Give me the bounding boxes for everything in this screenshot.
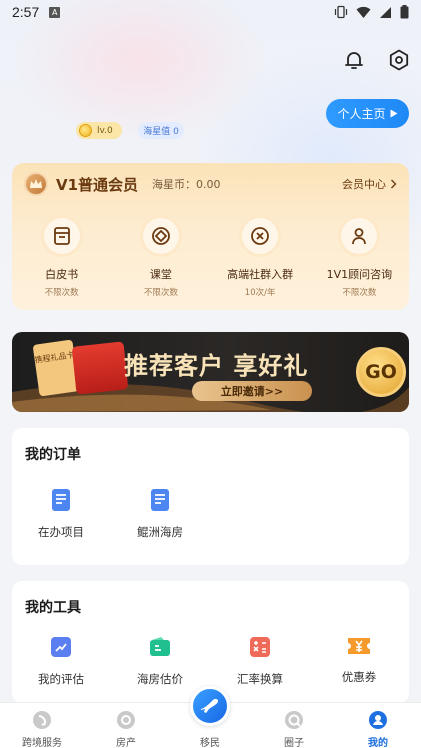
order-overseas-property[interactable]: 鲲洲海房 — [120, 488, 200, 540]
community-icon — [239, 215, 282, 257]
settings-icon[interactable] — [387, 48, 411, 72]
member-card-header: V1普通会员 海星币：0.00 会员中心 — [12, 163, 409, 205]
benefit-sub: 不限次数 — [143, 288, 178, 298]
referral-banner[interactable]: 携程礼品卡 推荐客户 享好礼 立即邀请>> GO — [12, 332, 409, 412]
benefit-label: 1V1顾问咨询 — [326, 268, 393, 281]
benefit-label: 高端社群入群 — [227, 268, 294, 281]
member-center-link[interactable]: 会员中心 — [342, 176, 397, 192]
benefit-sub: 10次/年 — [244, 288, 276, 298]
orders-section: 我的订单 在办项目 鲲洲海房 — [12, 428, 409, 565]
tool-label: 优惠券 — [341, 670, 377, 684]
profile-icon — [369, 711, 387, 729]
tab-label: 我的 — [368, 738, 388, 748]
cross-border-icon — [33, 711, 51, 729]
status-icons — [334, 5, 409, 19]
consultant-icon — [338, 215, 381, 257]
benefit-whitepaper[interactable]: 白皮书 不限次数 — [12, 215, 111, 298]
notification-badge: A — [49, 6, 61, 18]
wallet-icon — [150, 637, 170, 656]
tool-property-valuation[interactable]: 海房估价 — [120, 635, 200, 687]
member-center-label: 会员中心 — [342, 178, 386, 191]
benefit-label: 白皮书 — [45, 268, 79, 281]
immigration-center-button[interactable] — [190, 686, 230, 726]
tab-circle[interactable]: 圈子 — [252, 703, 336, 748]
go-button[interactable]: GO — [356, 347, 406, 397]
benefit-sub: 不限次数 — [342, 288, 377, 298]
level-badge[interactable]: lv.0 — [76, 122, 122, 139]
document-icon — [52, 489, 70, 511]
tab-label: 房产 — [116, 738, 136, 748]
personal-homepage-label: 个人主页 — [337, 107, 386, 121]
benefit-classroom[interactable]: 课堂 不限次数 — [111, 215, 210, 298]
tool-label: 汇率换算 — [237, 672, 283, 686]
notification-bell-icon[interactable] — [342, 48, 366, 72]
tools-section: 我的工具 我的评估 海房估价 汇率换算 优惠券 — [12, 581, 409, 703]
tool-assessment[interactable]: 我的评估 — [21, 635, 101, 687]
member-card: V1普通会员 海星币：0.00 会员中心 白皮书 不限次数 课堂 不限次数 高端… — [12, 163, 409, 310]
orders-title: 我的订单 — [25, 447, 81, 463]
coin-icon — [79, 124, 92, 137]
benefit-sub: 不限次数 — [44, 288, 79, 298]
order-label: 鲲洲海房 — [137, 525, 183, 539]
red-envelope-image — [71, 341, 129, 395]
book-icon — [40, 215, 83, 257]
status-bar: 2:57 A — [0, 0, 421, 24]
tool-label: 海房估价 — [137, 672, 183, 686]
chevron-right-icon — [391, 179, 397, 189]
assessment-icon — [51, 637, 71, 657]
coupon-icon — [348, 638, 370, 654]
member-coins: 海星币：0.00 — [152, 178, 221, 191]
status-time: 2:57 — [12, 4, 40, 20]
play-arrow-icon — [390, 109, 397, 118]
tools-title: 我的工具 — [25, 600, 81, 616]
signal-icon — [380, 6, 391, 18]
level-text: lv.0 — [97, 125, 113, 136]
order-label: 在办项目 — [38, 525, 84, 539]
classroom-icon — [139, 215, 182, 257]
calculator-icon — [250, 637, 270, 657]
vibrate-icon — [334, 5, 348, 19]
star-value-badge[interactable]: 海星值 0 — [138, 122, 184, 139]
tab-label: 移民 — [200, 738, 220, 748]
tool-exchange-rate[interactable]: 汇率换算 — [220, 635, 300, 687]
tab-cross-border[interactable]: 跨境服务 — [0, 703, 84, 748]
crown-icon — [24, 172, 48, 196]
benefit-consultant[interactable]: 1V1顾问咨询 不限次数 — [310, 215, 409, 298]
immigration-plane-icon — [201, 698, 218, 713]
tab-mine[interactable]: 我的 — [336, 703, 420, 748]
banner-title: 推荐客户 享好礼 — [124, 352, 309, 380]
member-benefits: 白皮书 不限次数 课堂 不限次数 高端社群入群 10次/年 1V1顾问咨询 不限… — [12, 215, 409, 298]
tab-label: 跨境服务 — [22, 738, 62, 748]
order-in-progress[interactable]: 在办项目 — [21, 488, 101, 540]
circle-community-icon — [285, 711, 303, 729]
wifi-icon — [356, 6, 371, 18]
battery-icon — [400, 5, 409, 19]
document-icon — [151, 489, 169, 511]
benefit-community[interactable]: 高端社群入群 10次/年 — [211, 215, 310, 298]
property-icon — [117, 711, 135, 729]
tab-label: 圈子 — [284, 738, 304, 748]
benefit-label: 课堂 — [149, 268, 172, 281]
invite-now-button[interactable]: 立即邀请>> — [192, 381, 312, 401]
tool-label: 我的评估 — [38, 672, 84, 686]
tab-property[interactable]: 房产 — [84, 703, 168, 748]
tool-coupon[interactable]: 优惠券 — [319, 635, 399, 685]
member-level-title: V1普通会员 — [56, 175, 139, 194]
star-value-text: 海星值 0 — [143, 127, 179, 137]
personal-homepage-button[interactable]: 个人主页 — [326, 99, 409, 128]
